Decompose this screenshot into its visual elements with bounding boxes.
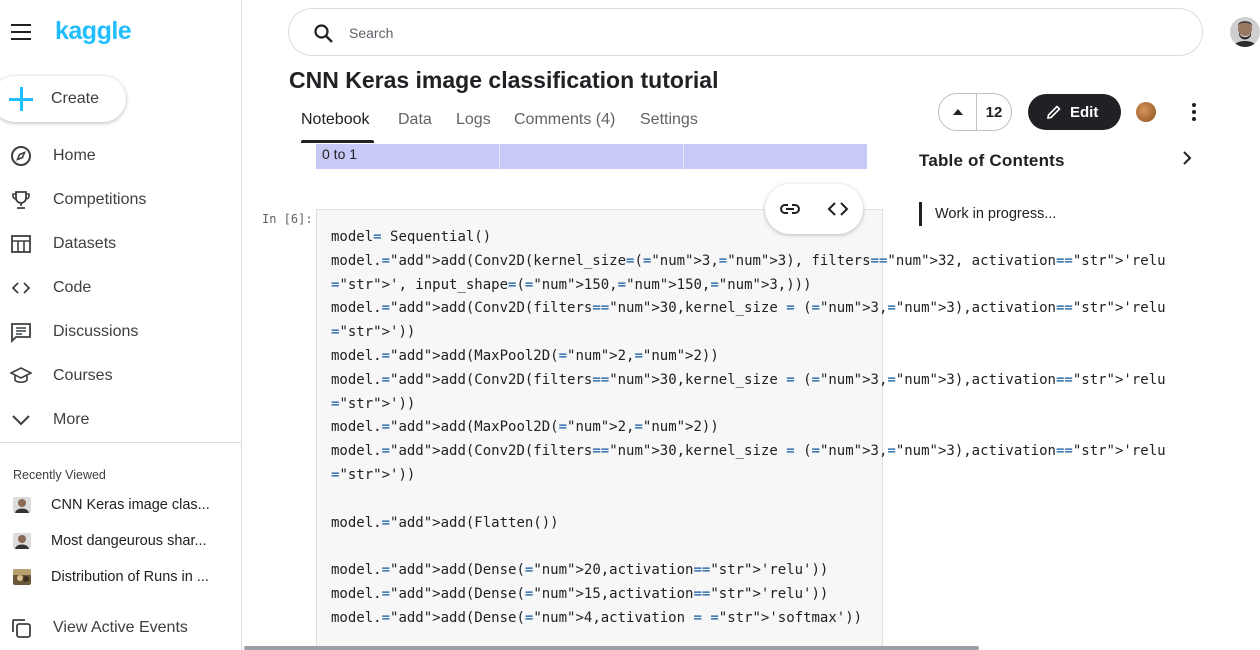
view-active-events-label: View Active Events bbox=[53, 619, 188, 636]
menu-icon[interactable] bbox=[11, 24, 31, 40]
chevron-down-icon bbox=[10, 409, 32, 431]
table-icon bbox=[10, 233, 32, 255]
sidebar-item-label: Competitions bbox=[53, 191, 147, 208]
code-line: model.="add">add(MaxPool2D(="num">2,="nu… bbox=[331, 347, 719, 364]
sidebar-item-more[interactable]: More bbox=[0, 398, 242, 442]
sidebar-divider bbox=[0, 442, 241, 443]
tab-logs[interactable]: Logs bbox=[456, 111, 491, 129]
sidebar: kaggle Create Home Competitions Datasets… bbox=[0, 0, 242, 650]
recent-item-label: Distribution of Runs in ... bbox=[51, 569, 209, 585]
output-table-row: 0 to 1 bbox=[316, 144, 867, 169]
page-title: CNN Keras image classification tutorial bbox=[289, 67, 719, 93]
arrow-up-icon bbox=[952, 109, 963, 115]
search-icon bbox=[313, 23, 335, 45]
tab-settings[interactable]: Settings bbox=[640, 111, 698, 129]
search-bar[interactable] bbox=[288, 8, 1203, 56]
horizontal-scrollbar[interactable] bbox=[244, 646, 979, 650]
tab-notebook[interactable]: Notebook bbox=[301, 111, 370, 129]
tab-data[interactable]: Data bbox=[398, 111, 432, 129]
more-options-icon[interactable] bbox=[1184, 100, 1204, 124]
table-cell bbox=[499, 144, 683, 169]
vote-widget: 12 bbox=[938, 93, 1012, 131]
code-content: model= Sequential() model.="add">add(Conv… bbox=[331, 226, 1166, 631]
sidebar-item-label: More bbox=[53, 411, 90, 428]
recent-item-label: Most dangeurous shar... bbox=[51, 533, 207, 549]
recent-item[interactable]: CNN Keras image clas... bbox=[0, 490, 242, 520]
recent-item[interactable]: Distribution of Runs in ... bbox=[0, 562, 242, 592]
search-input[interactable] bbox=[349, 23, 1149, 43]
code-line: model= Sequential() bbox=[331, 229, 492, 245]
edit-button[interactable]: Edit bbox=[1028, 94, 1121, 130]
avatar bbox=[13, 533, 31, 549]
code-line: model.="add">add(Conv2D(filters=="num">3… bbox=[331, 371, 1166, 388]
create-button[interactable]: Create bbox=[0, 76, 126, 122]
code-line: model.="add">add(Dense(="num">4,activati… bbox=[331, 609, 863, 626]
code-cell[interactable]: model= Sequential() model.="add">add(Conv… bbox=[316, 209, 1166, 650]
code-line: model.="add">add(Conv2D(filters=="num">3… bbox=[331, 300, 1166, 317]
sidebar-item-code[interactable]: Code bbox=[0, 266, 242, 310]
code-line: model.="add">add(Dense(="num">15,activat… bbox=[331, 585, 829, 602]
plus-icon bbox=[8, 86, 34, 112]
sidebar-item-label: Code bbox=[53, 279, 92, 296]
school-icon bbox=[10, 365, 32, 387]
sidebar-item-courses[interactable]: Courses bbox=[0, 354, 242, 398]
sidebar-item-label: Courses bbox=[53, 367, 113, 384]
view-active-events-link[interactable]: View Active Events bbox=[0, 610, 242, 646]
recent-item[interactable]: Most dangeurous shar... bbox=[0, 526, 242, 556]
code-line: model.="add">add(Conv2D(filters=="num">3… bbox=[331, 443, 1166, 460]
recent-item-label: CNN Keras image clas... bbox=[51, 497, 210, 513]
code-line: model.="add">add(Dense(="num">20,activat… bbox=[331, 562, 829, 579]
compass-icon bbox=[10, 145, 32, 167]
code-line: model.="add">add(Conv2D(kernel_size=(="n… bbox=[331, 252, 1166, 269]
code-line: ="str">')) bbox=[331, 466, 416, 483]
chevron-right-icon[interactable] bbox=[1180, 150, 1194, 166]
code-icon bbox=[10, 277, 32, 299]
toc-title: Table of Contents bbox=[919, 151, 1065, 170]
medal-icon[interactable] bbox=[1136, 102, 1156, 122]
cell-actions bbox=[765, 184, 863, 234]
code-line: ="str">')) bbox=[331, 395, 416, 412]
comment-icon bbox=[10, 321, 32, 343]
code-icon[interactable] bbox=[826, 197, 850, 221]
sidebar-item-competitions[interactable]: Competitions bbox=[0, 178, 242, 222]
kaggle-logo[interactable]: kaggle bbox=[55, 17, 132, 46]
edit-label: Edit bbox=[1070, 104, 1099, 121]
code-line: ="str">')) bbox=[331, 324, 416, 341]
recently-viewed-title: Recently Viewed bbox=[13, 468, 106, 482]
create-label: Create bbox=[51, 90, 100, 107]
table-cell: 0 to 1 bbox=[322, 146, 358, 162]
sidebar-item-discussions[interactable]: Discussions bbox=[0, 310, 242, 354]
code-line: model.="add">add(MaxPool2D(="num">2,="nu… bbox=[331, 419, 719, 436]
link-icon[interactable] bbox=[778, 197, 802, 221]
table-cell bbox=[683, 144, 867, 169]
sidebar-item-datasets[interactable]: Datasets bbox=[0, 222, 242, 266]
user-avatar[interactable] bbox=[1230, 17, 1260, 47]
trophy-icon bbox=[10, 189, 32, 211]
toc-item[interactable]: Work in progress... bbox=[919, 202, 1056, 226]
sidebar-item-label: Datasets bbox=[53, 235, 117, 252]
code-line: ="str">', input_shape=(="num">150,="num"… bbox=[331, 276, 812, 293]
cell-prompt: In [6]: bbox=[262, 212, 313, 226]
copy-icon bbox=[10, 617, 32, 639]
code-line: model.="add">add(Flatten()) bbox=[331, 514, 559, 531]
sidebar-item-label: Home bbox=[53, 147, 96, 164]
active-tab-indicator bbox=[301, 140, 374, 143]
sidebar-item-label: Discussions bbox=[53, 323, 139, 340]
avatar bbox=[13, 497, 31, 513]
avatar bbox=[13, 569, 31, 585]
pencil-icon bbox=[1046, 104, 1062, 120]
sidebar-item-home[interactable]: Home bbox=[0, 134, 242, 178]
upvote-button[interactable] bbox=[939, 94, 977, 130]
tab-comments[interactable]: Comments (4) bbox=[514, 111, 615, 129]
vote-count: 12 bbox=[985, 103, 1003, 121]
